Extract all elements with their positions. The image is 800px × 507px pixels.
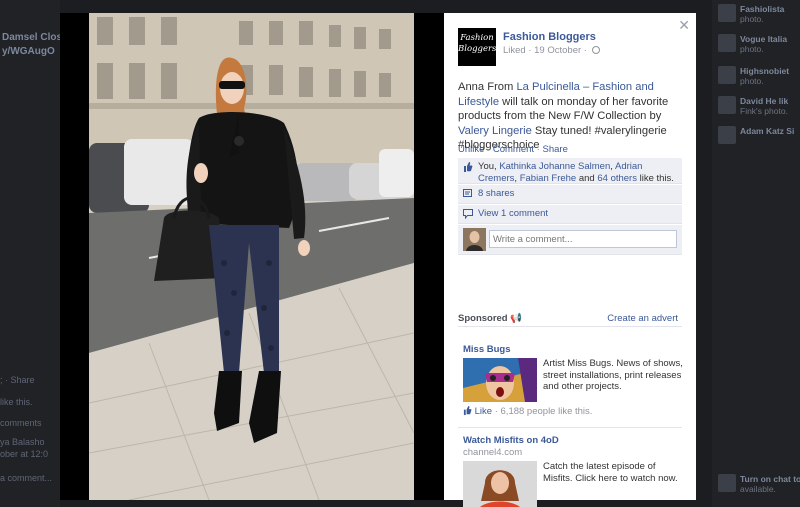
ticker-rest: Fink's photo.: [740, 106, 788, 116]
shares-count[interactable]: 8 shares: [478, 188, 514, 199]
comment-input[interactable]: Write a comment...: [489, 230, 677, 248]
divider: [458, 427, 682, 428]
sponsored-header: Sponsored 📢 Create an advert: [458, 313, 682, 327]
ticker-name: Fashiolista: [740, 4, 785, 14]
post-photo[interactable]: [89, 13, 414, 500]
feedback-box: You, Kathinka Johanne Salmen, Adrian Cre…: [458, 158, 682, 255]
background-text-line: like this.: [0, 397, 33, 407]
background-post-link: y/WGAugO: [2, 46, 55, 57]
ad-body: Artist Miss Bugs. News of shows, street …: [543, 358, 683, 392]
ticker-thumbnail: [718, 66, 736, 84]
sponsored-label: Sponsored 📢: [458, 313, 522, 324]
ad-image[interactable]: [463, 358, 537, 402]
thumbs-up-icon: [464, 162, 473, 172]
valery-lingerie-link[interactable]: Valery Lingerie: [458, 125, 532, 137]
ad-body: Catch the latest episode of Misfits. Cli…: [543, 461, 678, 484]
share-icon: [463, 189, 472, 197]
ticker-rest: photo.: [740, 76, 764, 86]
comment-composer: Write a comment...: [458, 225, 682, 255]
likes-text: and: [576, 173, 598, 184]
thumbs-up-icon: [463, 406, 472, 415]
ticker-thumbnail: [718, 4, 736, 22]
ticker-text: Adam Katz Si: [740, 126, 794, 136]
photo-stage[interactable]: [60, 13, 444, 500]
ad-watch-misfits[interactable]: Watch Misfits on 4oD channel4.com Catch …: [458, 435, 682, 507]
unlike-link[interactable]: Unlike: [458, 144, 484, 155]
post-meta-text: Liked · 19 October ·: [503, 45, 587, 56]
ticker-text: David He lik Fink's photo.: [740, 96, 788, 116]
ticker-rest: photo.: [740, 14, 764, 24]
likes-text: You,: [478, 161, 500, 172]
page-logo-text: Fashion Bloggers: [458, 33, 496, 54]
globe-icon: [591, 46, 600, 54]
ad-domain: channel4.com: [463, 447, 523, 458]
create-advert-link[interactable]: Create an advert: [607, 313, 678, 324]
liker-link[interactable]: Fabian Frehe: [520, 173, 577, 184]
ticker-thumbnail: [718, 126, 736, 144]
background-text-line: ober at 12:0: [0, 449, 49, 459]
liker-link[interactable]: Kathinka Johanne Salmen: [499, 161, 610, 172]
background-ticker: Fashiolista photo. Vogue Italia photo. Highs…: [712, 0, 800, 507]
ticker-name: Highsnobiet: [740, 66, 790, 76]
ticker-name: Vogue Italia: [740, 34, 788, 44]
background-text-line: ; · Share: [0, 375, 35, 385]
close-icon[interactable]: ✕: [678, 17, 690, 34]
page-profile-picture[interactable]: Fashion Bloggers: [458, 28, 496, 66]
ad-like-count: · 6,188 people like this.: [492, 406, 593, 417]
background-post-title: Damsel Close: [2, 32, 60, 43]
background-text-line: a comment...: [0, 473, 53, 483]
ticker-name: Turn on chat to: [740, 474, 800, 484]
miss-bugs-image: [463, 358, 537, 402]
ticker-name: Adam Katz Si: [740, 126, 795, 136]
post-actions: Unlike · Comment · Share: [458, 144, 568, 155]
comment-icon: [463, 209, 473, 219]
view-comments-link[interactable]: View 1 comment: [478, 208, 548, 219]
share-link[interactable]: Share: [543, 144, 568, 155]
background-timeline: Damsel Close y/WGAugO ; · Share like this…: [0, 0, 60, 507]
others-link[interactable]: 64 others: [597, 173, 637, 184]
ticker-text: Vogue Italia photo.: [740, 34, 787, 54]
avatar-image: [463, 228, 486, 251]
ticker-thumbnail: [718, 474, 736, 492]
likes-summary: You, Kathinka Johanne Salmen, Adrian Cre…: [458, 158, 682, 184]
misfits-image: [463, 461, 537, 507]
comment-link[interactable]: Comment: [493, 144, 534, 155]
sponsored-label-text: Sponsored: [458, 313, 508, 324]
ticker-thumbnail: [718, 96, 736, 114]
user-avatar: [463, 228, 486, 251]
ad-like-line: Like · 6,188 people like this.: [463, 406, 592, 417]
post-text: Anna From La Pulcinella – Fashion and Li…: [458, 80, 686, 153]
ad-title[interactable]: Miss Bugs: [463, 344, 511, 355]
shares-row[interactable]: 8 shares: [458, 185, 682, 204]
ticker-thumbnail: [718, 34, 736, 52]
view-comments-row[interactable]: View 1 comment: [458, 205, 682, 224]
ticker-rest: photo.: [740, 44, 764, 54]
post-meta: Liked · 19 October ·: [503, 45, 600, 56]
sponsored-section: Sponsored 📢 Create an advert Miss Bugs A…: [458, 313, 683, 507]
ad-miss-bugs[interactable]: Miss Bugs Artist Miss Bugs. News of show…: [458, 327, 683, 435]
ticker-text: Turn on chat to available.: [740, 474, 800, 494]
likes-text: like this.: [636, 173, 674, 184]
ticker-text: Fashiolista photo.: [740, 4, 784, 24]
ad-like-link[interactable]: Like: [475, 406, 492, 417]
ticker-name: David He lik: [740, 96, 789, 106]
ad-title[interactable]: Watch Misfits on 4oD: [463, 435, 559, 446]
ticker-text: Highsnobiet photo.: [740, 66, 789, 86]
megaphone-icon: 📢: [510, 313, 523, 324]
background-text-line: ya Balasho: [0, 437, 45, 447]
post-text-part: Anna From: [458, 81, 517, 93]
page-name-link[interactable]: Fashion Bloggers: [503, 31, 596, 43]
background-text-line: comments: [0, 418, 42, 428]
photo-image: [89, 13, 414, 500]
ad-image[interactable]: [463, 461, 537, 507]
post-detail-panel: ✕ Fashion Bloggers Fashion Bloggers Like…: [444, 13, 696, 507]
ticker-rest: available.: [740, 484, 776, 494]
